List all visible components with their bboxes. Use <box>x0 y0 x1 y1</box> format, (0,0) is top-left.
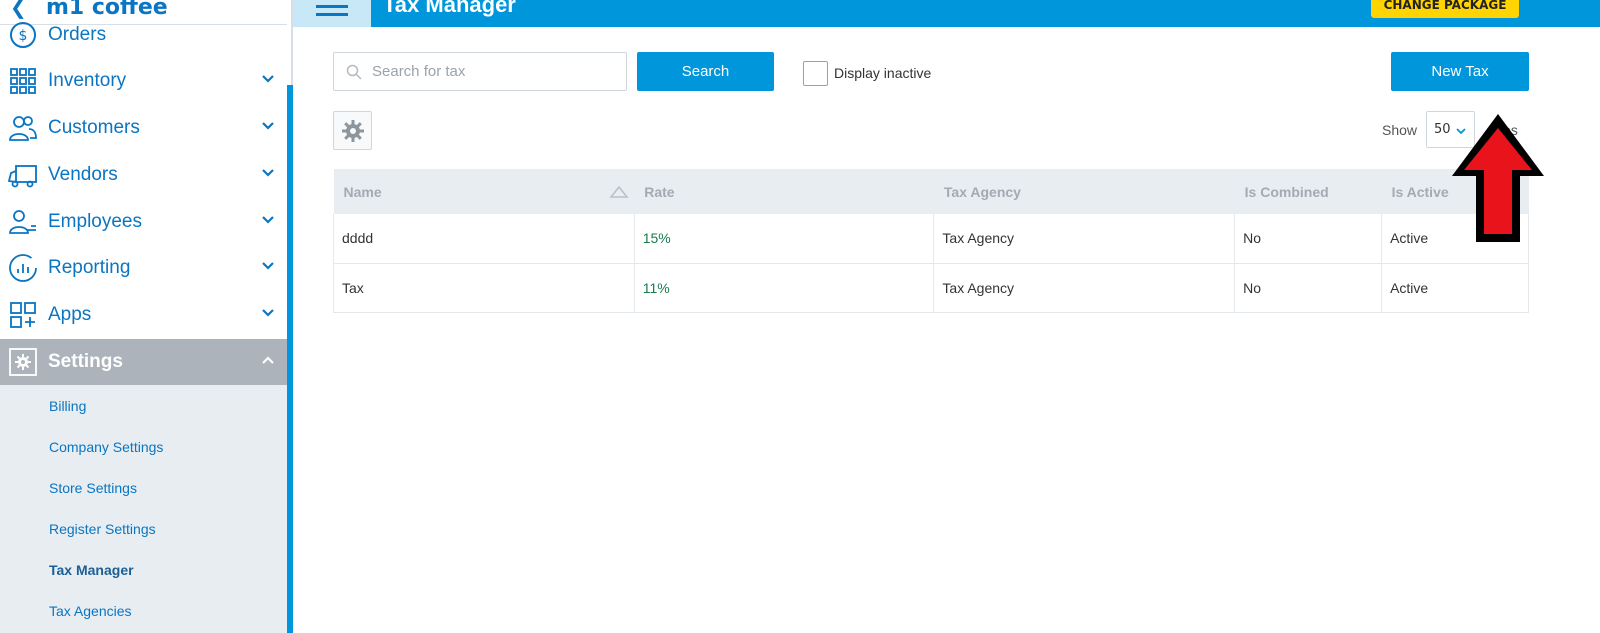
chevron-down-icon[interactable] <box>261 306 275 320</box>
column-header-tax-agency[interactable]: Tax Agency <box>933 169 1235 214</box>
cell-tax-agency: Tax Agency <box>933 263 1236 313</box>
settings-gear-icon <box>8 347 38 377</box>
dollar-circle-icon: $ <box>8 20 38 50</box>
sidebar-item-orders[interactable]: $ Orders <box>0 12 287 58</box>
chevron-down-icon[interactable] <box>261 119 275 133</box>
employee-icon <box>8 207 38 237</box>
change-package-button[interactable]: CHANGE PACKAGE <box>1371 0 1519 18</box>
cell-is-combined: No <box>1234 214 1383 264</box>
sort-ascending-icon <box>609 185 629 198</box>
settings-submenu: Billing Company Settings Store Settings … <box>0 385 287 633</box>
users-icon <box>8 113 38 143</box>
tax-table: Name Rate Tax Agency Is Combined Is Acti… <box>333 169 1529 313</box>
search-button[interactable]: Search <box>637 52 774 91</box>
sidebar-scroll-strip[interactable] <box>287 85 293 633</box>
submenu-item-store-settings[interactable]: Store Settings <box>49 480 137 496</box>
column-header-rate[interactable]: Rate <box>634 169 934 214</box>
cell-name[interactable]: Tax <box>333 263 635 313</box>
submenu-item-tax-agencies[interactable]: Tax Agencies <box>49 603 132 619</box>
cell-name[interactable]: dddd <box>333 214 635 264</box>
gear-icon <box>341 119 364 142</box>
sidebar-item-customers[interactable]: Customers <box>0 105 287 151</box>
page-title: Tax Manager <box>383 0 516 17</box>
sidebar-item-label: Vendors <box>48 164 118 185</box>
table-row[interactable]: Tax 11% Tax Agency No Active <box>333 263 1529 313</box>
chevron-up-icon[interactable] <box>261 353 275 367</box>
submenu-item-register-settings[interactable]: Register Settings <box>49 521 156 537</box>
truck-icon <box>8 160 38 190</box>
sidebar-item-label: Inventory <box>48 70 127 91</box>
cell-is-active: Active <box>1381 263 1529 313</box>
chart-circle-icon <box>8 253 38 283</box>
cell-rate: 15% <box>634 214 935 264</box>
chevron-down-icon[interactable] <box>261 166 275 180</box>
sidebar-item-label: Settings <box>48 351 123 372</box>
annotation-up-arrow-icon <box>1452 114 1544 242</box>
svg-text:$: $ <box>19 28 28 44</box>
new-tax-button[interactable]: New Tax <box>1391 52 1529 91</box>
sidebar: ❮ m1 coffee $ Orders Inventory Customers <box>0 0 287 633</box>
submenu-item-billing[interactable]: Billing <box>49 398 86 414</box>
sidebar-item-label: Reporting <box>48 257 131 278</box>
search-icon <box>346 64 362 80</box>
table-row[interactable]: dddd 15% Tax Agency No Active <box>333 214 1529 264</box>
show-label: Show <box>1382 122 1418 138</box>
submenu-item-company-settings[interactable]: Company Settings <box>49 439 163 455</box>
sidebar-item-label: Apps <box>48 304 92 325</box>
cell-tax-agency: Tax Agency <box>933 214 1236 264</box>
sidebar-item-reporting[interactable]: Reporting <box>0 245 287 291</box>
chevron-down-icon[interactable] <box>261 213 275 227</box>
sidebar-item-inventory[interactable]: Inventory <box>0 58 287 104</box>
chevron-down-icon[interactable] <box>261 72 275 86</box>
sidebar-item-employees[interactable]: Employees <box>0 199 287 245</box>
cell-rate: 11% <box>634 263 935 313</box>
sidebar-item-label: Employees <box>48 211 142 232</box>
display-inactive-checkbox[interactable] <box>803 61 828 86</box>
sidebar-item-label: Orders <box>48 24 107 45</box>
sidebar-item-apps[interactable]: Apps <box>0 292 287 338</box>
display-inactive-label: Display inactive <box>834 65 932 81</box>
column-settings-button[interactable] <box>333 111 372 150</box>
table-header-row: Name Rate Tax Agency Is Combined Is Acti… <box>333 169 1529 214</box>
hamburger-icon <box>316 4 348 16</box>
chevron-down-icon[interactable] <box>261 259 275 273</box>
search-box <box>333 52 627 91</box>
column-header-is-combined[interactable]: Is Combined <box>1234 169 1382 214</box>
hamburger-menu-button[interactable] <box>293 0 371 27</box>
sidebar-item-label: Customers <box>48 117 140 138</box>
sidebar-item-settings[interactable]: Settings <box>0 339 287 385</box>
grid-icon <box>8 66 38 96</box>
submenu-item-tax-manager[interactable]: Tax Manager <box>49 562 134 578</box>
search-input[interactable] <box>372 63 612 80</box>
apps-icon <box>8 300 38 330</box>
top-bar: Tax Manager CHANGE PACKAGE <box>293 0 1600 27</box>
sidebar-item-vendors[interactable]: Vendors <box>0 152 287 198</box>
column-header-name[interactable]: Name <box>333 169 635 214</box>
cell-is-combined: No <box>1234 263 1383 313</box>
